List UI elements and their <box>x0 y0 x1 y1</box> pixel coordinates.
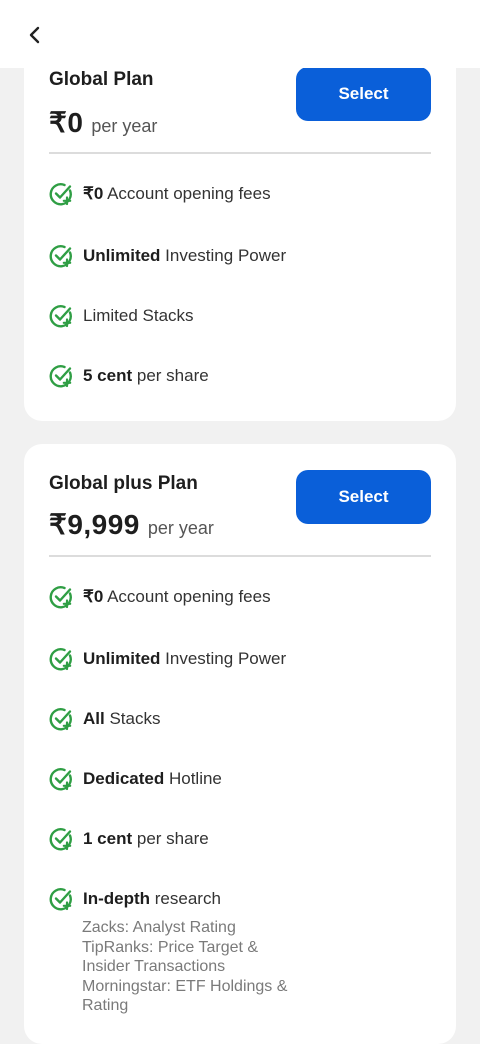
check-plus-icon <box>49 888 72 911</box>
check-plus-icon <box>49 768 72 791</box>
feature-text: 1 cent per share <box>83 829 209 848</box>
plan-title: Global plus Plan <box>49 473 198 494</box>
divider <box>49 555 431 557</box>
plan-title: Global Plan <box>49 69 154 90</box>
plan-period: per year <box>91 116 158 136</box>
research-source-line: Zacks: Analyst Rating <box>82 919 236 936</box>
feature-item: 5 cent per share <box>49 362 209 390</box>
feature-item: ₹0 Account opening fees <box>49 180 271 208</box>
plan-price-row: ₹0 per year <box>49 106 157 139</box>
select-button[interactable]: Select <box>296 67 431 121</box>
check-plus-icon <box>49 365 72 388</box>
research-source-line: Insider Transactions <box>82 958 226 976</box>
feature-item: 1 cent per share <box>49 825 209 853</box>
feature-text: ₹0 Account opening fees <box>83 587 271 606</box>
check-plus-icon <box>49 708 72 731</box>
feature-text: Unlimited Investing Power <box>83 246 287 265</box>
divider <box>49 152 431 154</box>
plan-price: ₹0 <box>49 107 84 138</box>
check-plus-icon <box>49 305 72 328</box>
research-source-line: TipRanks: Price Target & <box>82 938 259 956</box>
feature-item: Dedicated Hotline <box>49 765 222 793</box>
check-plus-icon <box>49 828 72 851</box>
plan-price: ₹9,999 <box>49 509 140 540</box>
feature-item: Unlimited Investing Power <box>49 645 286 673</box>
feature-text: All Stacks <box>83 709 161 728</box>
plan-card-global-plus: Global plus Plan ₹9,999 per year Select … <box>24 444 456 1044</box>
research-source-line: Morningstar: ETF Holdings & <box>82 977 288 995</box>
feature-text: 5 cent per share <box>83 366 209 385</box>
feature-text: Unlimited Investing Power <box>83 649 287 668</box>
feature-item: Unlimited Investing Power <box>49 242 286 270</box>
research-sources: Zacks: Analyst Rating TipRanks: Price Ta… <box>82 918 287 1016</box>
feature-text: In-depth research <box>83 889 221 908</box>
select-button[interactable]: Select <box>296 470 431 524</box>
check-plus-icon <box>49 183 72 206</box>
check-plus-icon <box>49 245 72 268</box>
plan-period: per year <box>147 518 214 538</box>
feature-text: Dedicated Hotline <box>83 769 222 788</box>
feature-item: ₹0 Account opening fees <box>49 583 271 611</box>
feature-item: In-depth research <box>49 885 221 913</box>
feature-item: All Stacks <box>49 705 160 733</box>
feature-item: Limited Stacks <box>49 302 194 330</box>
check-plus-icon <box>49 586 72 609</box>
check-plus-icon <box>49 648 72 671</box>
chevron-left-icon <box>29 26 40 44</box>
research-source-line: Rating <box>82 997 129 1015</box>
plan-card-global: Global Plan ₹0 per year Select ₹0 Accoun… <box>24 24 456 421</box>
plan-price-row: ₹9,999 per year <box>49 508 214 541</box>
feature-text: Limited Stacks <box>83 306 194 325</box>
top-bar <box>0 0 480 68</box>
feature-text: ₹0 Account opening fees <box>83 184 271 203</box>
back-button[interactable] <box>22 22 48 48</box>
